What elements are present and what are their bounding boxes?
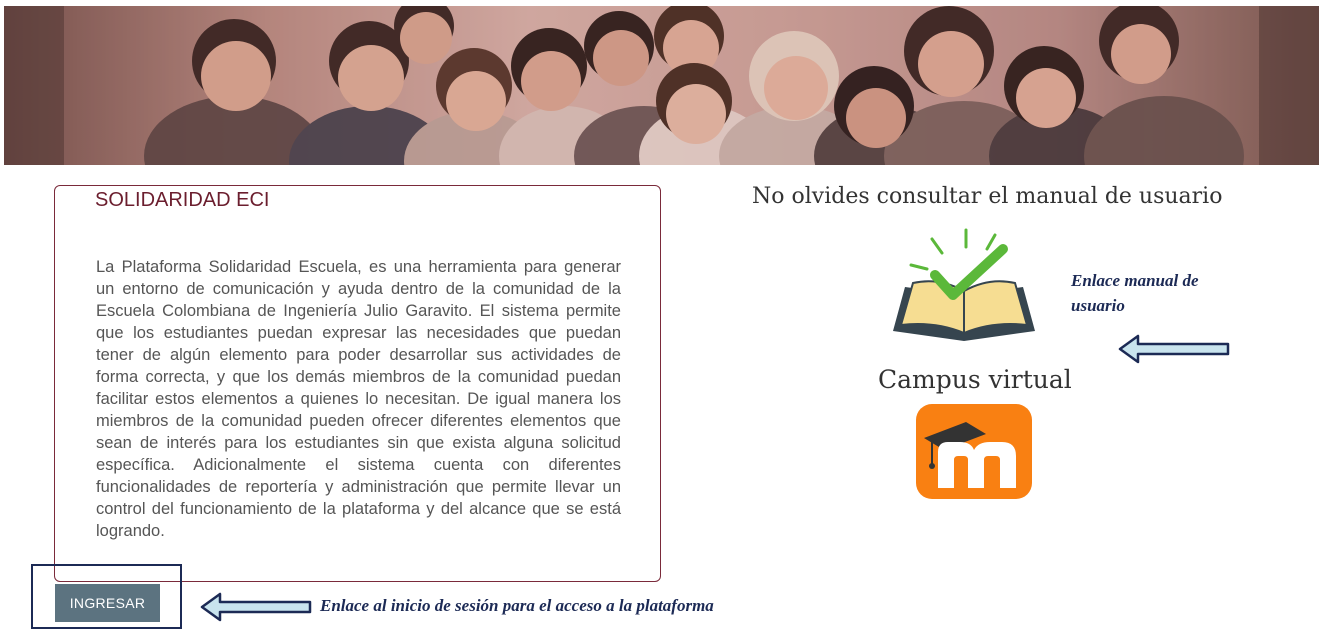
info-description: La Plataforma Solidaridad Escuela, es un… — [96, 258, 621, 540]
left-arrow-icon — [200, 592, 312, 622]
campus-virtual-link[interactable] — [916, 404, 1032, 499]
left-arrow-icon — [1118, 334, 1230, 364]
manual-annotation-line2: usuario — [1071, 296, 1125, 315]
info-card: SOLIDARIDAD ECI La Plataforma Solidarida… — [54, 185, 661, 582]
manual-heading: No olvides consultar el manual de usuari… — [752, 184, 1223, 209]
login-annotation: Enlace al inicio de sesión para el acces… — [320, 596, 714, 615]
info-title: SOLIDARIDAD ECI — [95, 189, 270, 211]
moodle-logo-icon — [924, 422, 1016, 488]
manual-annotation: Enlace manual de usuario — [1071, 268, 1199, 318]
ingresar-button[interactable]: INGRESAR — [55, 584, 160, 622]
open-book-check-icon — [893, 228, 1035, 341]
manual-link[interactable] — [887, 227, 1042, 352]
manual-annotation-line1: Enlace manual de — [1071, 271, 1199, 290]
people-photo — [4, 6, 1319, 165]
banner-image — [4, 6, 1319, 165]
campus-heading: Campus virtual — [878, 365, 1072, 394]
